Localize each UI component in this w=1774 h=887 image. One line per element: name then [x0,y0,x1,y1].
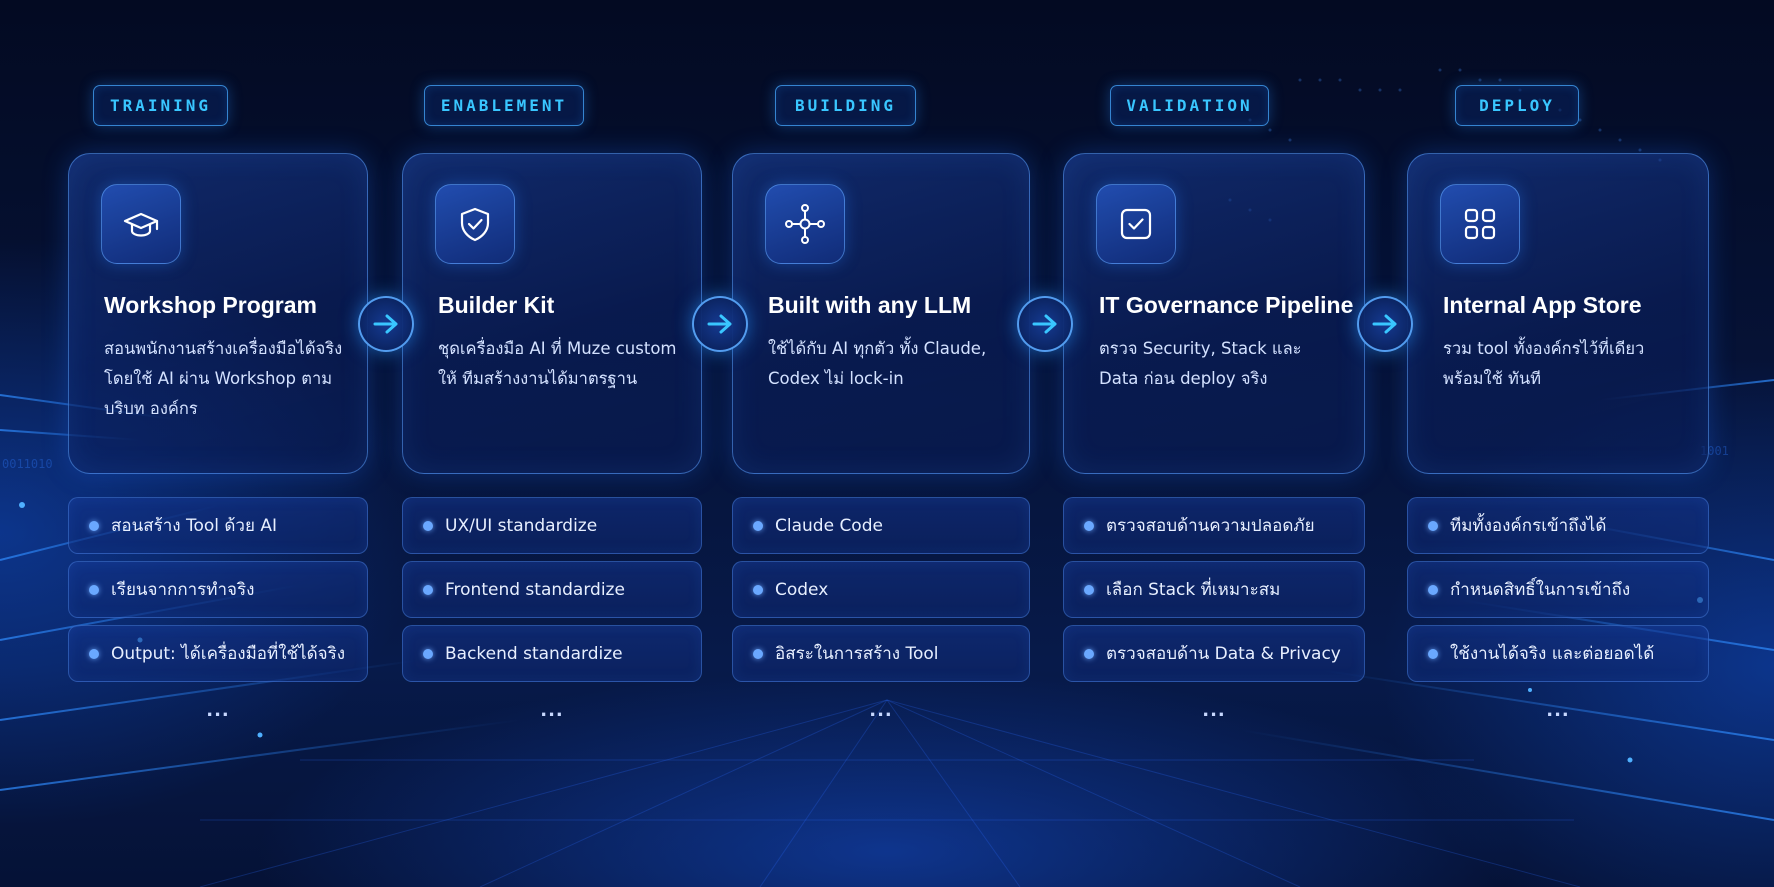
bullet-dot [1428,648,1438,659]
arrow-right-icon [1017,296,1073,352]
list-item-label: สอนสร้าง Tool ด้วย AI [111,516,277,536]
card-title: Builder Kit [438,292,555,318]
bullet-dot [753,648,763,659]
card-description: ใช้ได้กับ AI ทุกตัว ทั้ง Claude, Codex ไ… [768,339,987,388]
bullet-dot [423,520,433,531]
card-title: Built with any LLM [768,292,972,318]
list-item-label: UX/UI standardize [445,515,598,536]
arrow-right-icon [692,296,748,352]
bullet-dot [1428,520,1438,531]
checkbox-icon [1096,184,1176,264]
card-description: ชุดเครื่องมือ AI ที่ Muze custom ให้ ทีม… [438,339,677,388]
tag-validation: VALIDATION [1110,85,1269,126]
list-item-label: อิสระในการสร้าง Tool [775,644,939,664]
card-title: Workshop Program [104,292,317,318]
list-item-label: ใช้งานได้จริง และต่อยอดได้ [1450,644,1655,664]
list-item-label: Frontend standardize [445,579,625,600]
bullet-dot [1084,520,1094,531]
card-builder-kit: Builder Kit ชุดเครื่องมือ AI ที่ Muze cu… [402,153,702,474]
more-ellipsis: ... [869,700,893,721]
bullet-dot [1428,584,1438,595]
list-item-label: กำหนดสิทธิ์ในการเข้าถึง [1450,580,1631,600]
bullet-dot [89,520,99,531]
bullet-dot [753,520,763,531]
list-item-label: เลือก Stack ที่เหมาะสม [1106,580,1281,600]
card-description: ตรวจ Security, Stack และ Data ก่อน deplo… [1099,339,1302,388]
bullet-dot [423,584,433,595]
card-built-with-any-llm: Built with any LLM ใช้ได้กับ AI ทุกตัว ท… [732,153,1030,474]
arrow-right-icon [358,296,414,352]
more-ellipsis: ... [540,700,564,721]
list-item-label: ตรวจสอบด้านความปลอดภัย [1106,516,1315,536]
list-item: Frontend standardize [402,561,702,618]
network-hub-icon [765,184,845,264]
arrow-right-icon [1357,296,1413,352]
bullet-dot [89,584,99,595]
more-ellipsis: ... [206,700,230,721]
list-item: Codex [732,561,1030,618]
list-item: อิสระในการสร้าง Tool [732,625,1030,682]
list-item: สอนสร้าง Tool ด้วย AI [68,497,368,554]
more-ellipsis: ... [1202,700,1226,721]
pipeline-diagram: TRAINING Workshop Program สอนพนักงานสร้า… [0,0,1774,887]
list-item: Claude Code [732,497,1030,554]
graduation-cap-icon [101,184,181,264]
tag-deploy: DEPLOY [1455,85,1579,126]
bullet-dot [1084,648,1094,659]
list-item-label: ตรวจสอบด้าน Data & Privacy [1106,644,1341,664]
list-item: ตรวจสอบด้านความปลอดภัย [1063,497,1365,554]
card-it-governance-pipeline: IT Governance Pipeline ตรวจ Security, St… [1063,153,1365,474]
bullet-dot [753,584,763,595]
tag-enablement: ENABLEMENT [424,85,584,126]
card-description: รวม tool ทั้งองค์กรไว้ที่เดียว พร้อมใช้ … [1443,339,1645,388]
shield-check-icon [435,184,515,264]
list-item: UX/UI standardize [402,497,702,554]
tag-training: TRAINING [93,85,228,126]
tag-building: BUILDING [775,85,916,126]
list-item: เรียนจากการทำจริง [68,561,368,618]
bullet-dot [1084,584,1094,595]
list-item: ตรวจสอบด้าน Data & Privacy [1063,625,1365,682]
list-item: เลือก Stack ที่เหมาะสม [1063,561,1365,618]
list-item-label: เรียนจากการทำจริง [111,580,255,600]
bullet-dot [89,648,99,659]
card-description: สอนพนักงานสร้างเครื่องมือได้จริง โดยใช้ … [104,339,343,418]
more-ellipsis: ... [1546,700,1570,721]
list-item: Output: ได้เครื่องมือที่ใช้ได้จริง [68,625,368,682]
list-item-label: Codex [775,579,829,600]
list-item: ใช้งานได้จริง และต่อยอดได้ [1407,625,1709,682]
list-item: Backend standardize [402,625,702,682]
card-internal-app-store: Internal App Store รวม tool ทั้งองค์กรไว… [1407,153,1709,474]
list-item-label: Claude Code [775,515,883,536]
list-item-label: ทีมทั้งองค์กรเข้าถึงได้ [1450,516,1607,536]
list-item-label: Output: ได้เครื่องมือที่ใช้ได้จริง [111,644,346,664]
card-title: Internal App Store [1443,292,1642,318]
list-item-label: Backend standardize [445,643,623,664]
bullet-dot [423,648,433,659]
app-grid-icon [1440,184,1520,264]
card-title: IT Governance Pipeline [1099,292,1354,318]
list-item: กำหนดสิทธิ์ในการเข้าถึง [1407,561,1709,618]
card-workshop-program: Workshop Program สอนพนักงานสร้างเครื่องม… [68,153,368,474]
list-item: ทีมทั้งองค์กรเข้าถึงได้ [1407,497,1709,554]
